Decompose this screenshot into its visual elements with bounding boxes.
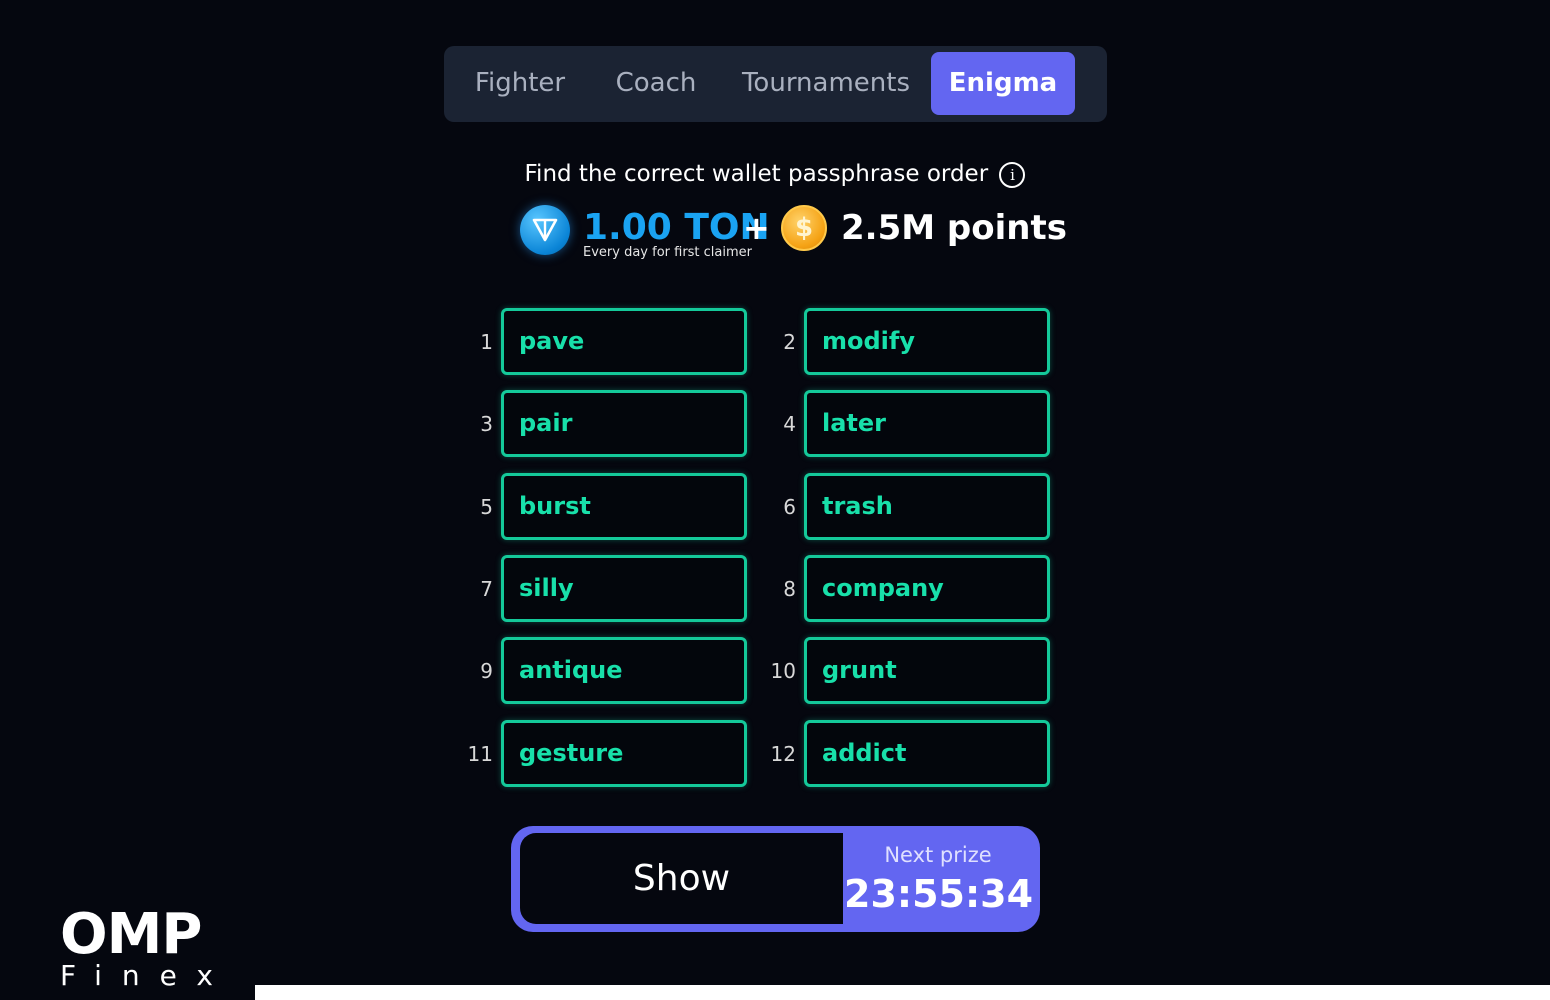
- tab-tournaments[interactable]: Tournaments: [736, 52, 916, 115]
- show-button[interactable]: Show: [520, 833, 843, 924]
- word-number: 11: [467, 742, 493, 766]
- points-reward: 2.5M points: [841, 208, 1067, 248]
- watermark-subtext: Finex: [60, 959, 233, 992]
- instruction-text: Find the correct wallet passphrase order: [524, 161, 989, 187]
- word-number: 6: [783, 495, 796, 519]
- word-number: 1: [480, 330, 493, 354]
- word-field[interactable]: company: [804, 555, 1050, 622]
- word-field[interactable]: grunt: [804, 637, 1050, 704]
- tab-enigma[interactable]: Enigma: [931, 52, 1075, 115]
- word-field[interactable]: trash: [804, 473, 1050, 540]
- word-field[interactable]: later: [804, 390, 1050, 457]
- word-number: 8: [783, 577, 796, 601]
- tab-coach[interactable]: Coach: [602, 52, 710, 115]
- word-field[interactable]: gesture: [501, 720, 747, 787]
- word-number: 7: [480, 577, 493, 601]
- plus-sign: +: [743, 209, 770, 247]
- info-icon[interactable]: i: [999, 161, 1026, 188]
- word-field[interactable]: antique: [501, 637, 747, 704]
- word-number: 2: [783, 330, 796, 354]
- word-number: 4: [783, 412, 796, 436]
- instruction-row: Find the correct wallet passphrase order…: [0, 157, 1550, 191]
- ton-subtitle: Every day for first claimer: [583, 245, 753, 260]
- word-number: 10: [770, 659, 796, 683]
- word-field[interactable]: pair: [501, 390, 747, 457]
- tab-bar: Fighter Coach Tournaments Enigma: [444, 46, 1107, 122]
- word-number: 9: [480, 659, 493, 683]
- word-field[interactable]: modify: [804, 308, 1050, 375]
- word-field[interactable]: silly: [501, 555, 747, 622]
- word-field[interactable]: pave: [501, 308, 747, 375]
- bottom-border: [255, 985, 1550, 1000]
- word-field[interactable]: burst: [501, 473, 747, 540]
- word-number: 5: [480, 495, 493, 519]
- tab-fighter[interactable]: Fighter: [464, 52, 576, 115]
- coin-icon: $: [781, 205, 827, 251]
- ton-amount: 1.00 TON: [583, 207, 770, 248]
- word-field[interactable]: addict: [804, 720, 1050, 787]
- word-number: 12: [770, 742, 796, 766]
- next-prize-countdown: 23:55:34: [844, 872, 1034, 916]
- show-panel: Show Next prize 23:55:34: [511, 826, 1040, 932]
- next-prize-label: Next prize: [884, 843, 992, 867]
- word-number: 3: [480, 412, 493, 436]
- ton-icon: [520, 205, 570, 255]
